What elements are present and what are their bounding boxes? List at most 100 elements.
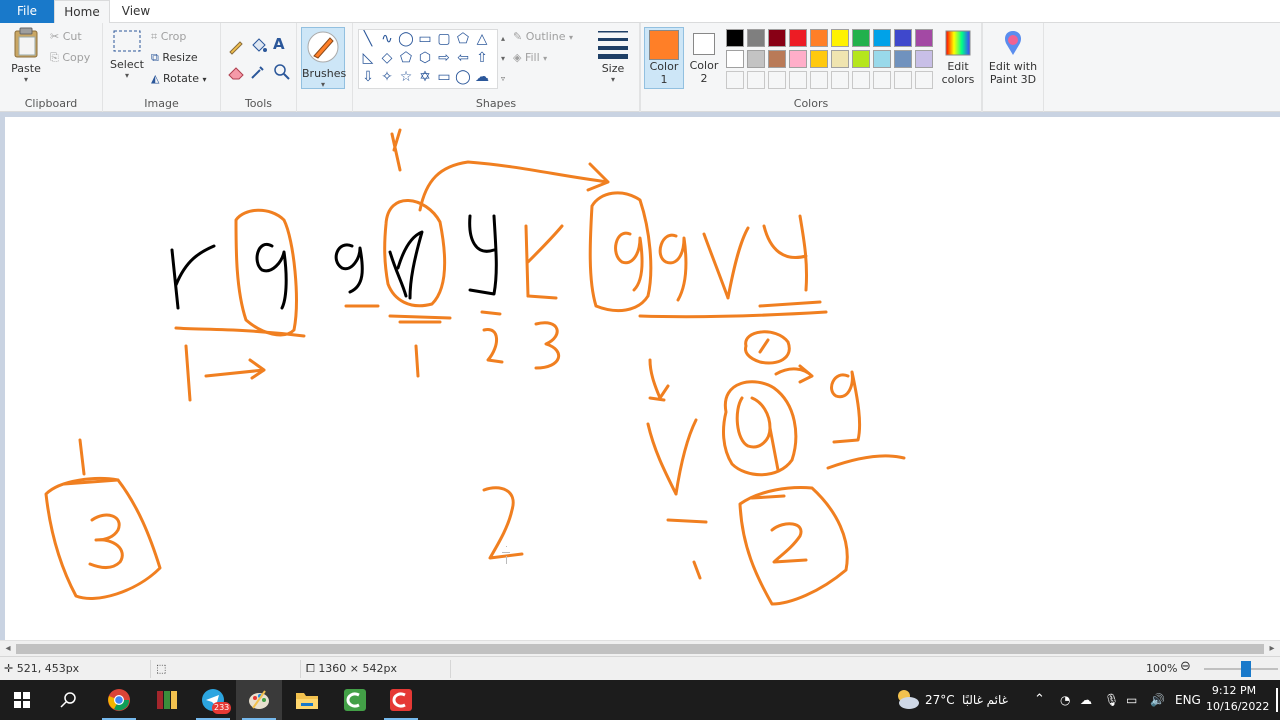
input-language[interactable]: ENG <box>1175 680 1201 720</box>
magnifier-icon[interactable] <box>273 63 291 81</box>
taskbar-telegram[interactable]: 233 <box>190 680 236 720</box>
palette-color-swatch[interactable] <box>873 50 891 68</box>
palette-color-swatch[interactable] <box>726 29 744 47</box>
palette-empty-swatch[interactable] <box>789 71 807 89</box>
paste-button[interactable]: Paste ▾ <box>6 27 46 84</box>
color1-button[interactable]: Color 1 <box>644 27 684 89</box>
palette-color-swatch[interactable] <box>852 50 870 68</box>
eraser-icon[interactable] <box>227 63 245 81</box>
palette-color-swatch[interactable] <box>810 50 828 68</box>
pencil-icon[interactable] <box>227 37 245 55</box>
palette-empty-swatch[interactable] <box>852 71 870 89</box>
show-hidden-icons-icon[interactable]: ⌃ <box>1034 680 1045 720</box>
callout-shape-icon[interactable]: ▭ <box>435 68 453 86</box>
onedrive-icon[interactable]: ☁ <box>1080 680 1092 720</box>
palette-color-swatch[interactable] <box>894 29 912 47</box>
microphone-icon[interactable]: 🎙 <box>1104 680 1119 720</box>
palette-empty-swatch[interactable] <box>915 71 933 89</box>
palette-color-swatch[interactable] <box>873 29 891 47</box>
crop-button[interactable]: ⌗ Crop <box>151 27 186 47</box>
weather-condition[interactable]: غائم غالبًا <box>962 680 1008 720</box>
scroll-right-icon[interactable]: ▸ <box>1264 641 1280 657</box>
palette-color-swatch[interactable] <box>789 50 807 68</box>
search-button[interactable] <box>46 680 92 720</box>
diamond-shape-icon[interactable]: ◇ <box>378 49 396 67</box>
palette-color-swatch[interactable] <box>747 50 765 68</box>
zoom-slider-thumb[interactable] <box>1241 661 1251 677</box>
color-picker-icon[interactable] <box>249 63 267 81</box>
drawing-canvas[interactable] <box>5 117 1280 640</box>
pentagon-shape-icon[interactable]: ⬠ <box>397 49 415 67</box>
taskbar-camtasia[interactable] <box>332 680 378 720</box>
scrollbar-thumb[interactable] <box>16 644 1264 654</box>
palette-color-swatch[interactable] <box>747 29 765 47</box>
palette-color-swatch[interactable] <box>831 50 849 68</box>
taskbar-chrome[interactable] <box>96 680 142 720</box>
fill-button[interactable]: ◈ Fill ▾ <box>513 48 547 68</box>
tab-home[interactable]: Home <box>54 0 110 24</box>
zoom-out-icon[interactable]: ⊖ <box>1180 659 1191 675</box>
curve-shape-icon[interactable]: ∿ <box>378 30 396 48</box>
polygon-shape-icon[interactable]: ⬠ <box>454 30 472 48</box>
palette-empty-swatch[interactable] <box>747 71 765 89</box>
oval-callout-shape-icon[interactable]: ◯ <box>454 68 472 86</box>
cut-button[interactable]: ✂ Cut <box>50 27 82 47</box>
palette-color-swatch[interactable] <box>789 29 807 47</box>
oval-shape-icon[interactable]: ◯ <box>397 30 415 48</box>
down-arrow-shape-icon[interactable]: ⇩ <box>359 68 377 86</box>
show-desktop-button[interactable] <box>1276 688 1278 712</box>
taskbar-file-explorer[interactable] <box>284 680 330 720</box>
palette-empty-swatch[interactable] <box>873 71 891 89</box>
palette-color-swatch[interactable] <box>852 29 870 47</box>
resize-button[interactable]: ⧉ Resize <box>151 48 198 68</box>
triangle-shape-icon[interactable]: △ <box>473 30 491 48</box>
edit-colors-button[interactable]: Edit colors <box>938 29 978 86</box>
fill-bucket-icon[interactable] <box>249 37 267 55</box>
volume-icon[interactable]: 🔊 <box>1150 680 1165 720</box>
palette-empty-swatch[interactable] <box>831 71 849 89</box>
left-arrow-shape-icon[interactable]: ⇦ <box>454 49 472 67</box>
taskbar-camtasia-recorder[interactable] <box>378 680 424 720</box>
rounded-rectangle-shape-icon[interactable]: ▢ <box>435 30 453 48</box>
six-point-star-shape-icon[interactable]: ✡ <box>416 68 434 86</box>
edit-with-paint3d-button[interactable]: Edit with Paint 3D <box>986 29 1040 86</box>
cloud-callout-shape-icon[interactable]: ☁ <box>473 68 491 86</box>
palette-color-swatch[interactable] <box>810 29 828 47</box>
palette-empty-swatch[interactable] <box>810 71 828 89</box>
text-tool-icon[interactable]: A <box>273 35 285 53</box>
brushes-button[interactable]: Brushes ▾ <box>301 27 346 89</box>
line-shape-icon[interactable]: ╲ <box>359 30 377 48</box>
palette-empty-swatch[interactable] <box>726 71 744 89</box>
color2-button[interactable]: Color 2 <box>686 27 722 89</box>
palette-color-swatch[interactable] <box>768 29 786 47</box>
network-icon[interactable]: ◔ <box>1060 680 1070 720</box>
taskbar-winrar[interactable] <box>144 680 190 720</box>
rotate-button[interactable]: ◭ Rotate ▾ <box>151 69 207 89</box>
hexagon-shape-icon[interactable]: ⬡ <box>416 49 434 67</box>
palette-color-swatch[interactable] <box>894 50 912 68</box>
size-button[interactable]: Size ▾ <box>592 29 634 84</box>
outline-button[interactable]: ✎ Outline ▾ <box>513 27 573 47</box>
taskbar-paint[interactable] <box>236 680 282 720</box>
horizontal-scrollbar[interactable]: ◂ ▸ <box>0 640 1280 656</box>
tab-file[interactable]: File <box>0 0 54 23</box>
up-arrow-shape-icon[interactable]: ⇧ <box>473 49 491 67</box>
palette-color-swatch[interactable] <box>915 50 933 68</box>
clock[interactable]: 9:12 PM 10/16/2022 <box>1206 683 1269 715</box>
rectangle-shape-icon[interactable]: ▭ <box>416 30 434 48</box>
shapes-scroll[interactable]: ▴ ▾ ▿ <box>498 29 508 89</box>
right-triangle-shape-icon[interactable]: ◺ <box>359 49 377 67</box>
tab-view[interactable]: View <box>110 0 162 23</box>
select-button[interactable]: Select ▾ <box>109 29 145 80</box>
palette-color-swatch[interactable] <box>768 50 786 68</box>
four-point-star-shape-icon[interactable]: ✧ <box>378 68 396 86</box>
five-point-star-shape-icon[interactable]: ☆ <box>397 68 415 86</box>
palette-empty-swatch[interactable] <box>894 71 912 89</box>
copy-button[interactable]: ⎘ Copy <box>50 48 90 68</box>
palette-empty-swatch[interactable] <box>768 71 786 89</box>
palette-color-swatch[interactable] <box>831 29 849 47</box>
palette-color-swatch[interactable] <box>726 50 744 68</box>
right-arrow-shape-icon[interactable]: ⇨ <box>435 49 453 67</box>
palette-color-swatch[interactable] <box>915 29 933 47</box>
start-button[interactable] <box>0 680 46 720</box>
